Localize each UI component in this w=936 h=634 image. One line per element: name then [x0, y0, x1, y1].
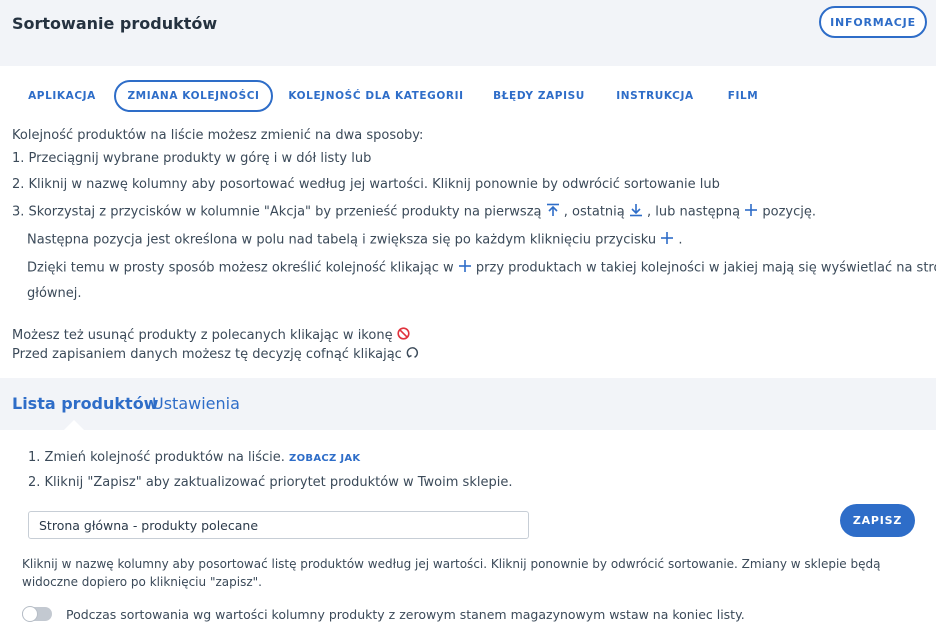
step3-text-b: , ostatnią — [563, 204, 625, 220]
move-bottom-icon — [629, 203, 643, 221]
next-text-a: Następna pozycja jest określona w polu n… — [27, 232, 657, 248]
tab-bledy-zapisu[interactable]: BŁĘDY ZAPISU — [486, 80, 592, 112]
step3-text-a: 3. Skorzystaj z przycisków w kolumnie "A… — [12, 204, 542, 220]
subtabs-panel: Lista produktów Ustawienia — [0, 378, 936, 430]
step3-text-c: , lub następną — [647, 204, 741, 220]
ban-icon — [397, 327, 410, 344]
instructions-step3: 3. Skorzystaj z przycisków w kolumnie "A… — [12, 203, 816, 221]
undo-text: Przed zapisaniem danych możesz tę decyzj… — [12, 347, 402, 362]
subtab-lista-produktow[interactable]: Lista produktów — [12, 394, 158, 413]
thanks-text-a: Dzięki temu w prosty sposób możesz okreś… — [27, 260, 454, 276]
toggle-knob — [22, 606, 38, 622]
tab-zmiana-kolejnosci[interactable]: ZMIANA KOLEJNOŚCI — [114, 80, 273, 112]
save-button[interactable]: ZAPISZ — [840, 504, 915, 537]
undo-icon — [406, 346, 419, 363]
steps-step1: 1. Zmień kolejność produktów na liście. … — [28, 450, 360, 465]
tab-instrukcja[interactable]: INSTRUKCJA — [609, 80, 701, 112]
list-select-value: Strona główna - produkty polecane — [39, 517, 259, 533]
instructions-step2: 2. Kliknij w nazwę kolumny aby posortowa… — [12, 177, 720, 192]
plus-icon — [660, 231, 674, 249]
zero-stock-toggle[interactable] — [22, 606, 52, 622]
active-subtab-caret — [64, 420, 84, 430]
tab-aplikacja[interactable]: APLIKACJA — [14, 80, 110, 112]
tab-film[interactable]: FILM — [718, 80, 768, 112]
step1-text: 1. Zmień kolejność produktów na liście. — [28, 450, 285, 465]
remove-text: Możesz też usunąć produkty z polecanych … — [12, 328, 393, 343]
plus-icon — [458, 259, 472, 277]
instructions-intro: Kolejność produktów na liście możesz zmi… — [12, 128, 424, 143]
plus-icon — [744, 203, 758, 221]
list-select[interactable]: Strona główna - produkty polecane — [28, 511, 529, 539]
move-top-icon — [546, 203, 560, 221]
instructions-next: Następna pozycja jest określona w polu n… — [27, 231, 683, 249]
page-title: Sortowanie produktów — [12, 14, 218, 33]
zobacz-jak-link[interactable]: ZOBACZ JAK — [289, 453, 360, 464]
sort-note: Kliknij w nazwę kolumny aby posortować l… — [22, 557, 881, 589]
subtab-ustawienia[interactable]: Ustawienia — [152, 394, 240, 413]
main-tabs: APLIKACJA ZMIANA KOLEJNOŚCI KOLEJNOŚĆ DL… — [0, 80, 936, 116]
next-text-b: . — [678, 232, 683, 248]
instructions-step1: 1. Przeciągnij wybrane produkty w górę i… — [12, 151, 372, 166]
instructions-remove: Możesz też usunąć produkty z polecanych … — [12, 327, 410, 344]
instructions-thanks: Dzięki temu w prosty sposób możesz okreś… — [27, 259, 936, 277]
step3-text-d: pozycję. — [762, 204, 816, 220]
app-header: Sortowanie produktów INFORMACJE — [0, 0, 936, 66]
instructions-thanks-end: głównej. — [27, 286, 82, 301]
zero-stock-toggle-label: Podczas sortowania wg wartości kolumny p… — [66, 607, 745, 622]
instructions-undo: Przed zapisaniem danych możesz tę decyzj… — [12, 346, 419, 363]
thanks-text-b: przy produktach w takiej kolejności w ja… — [475, 260, 936, 276]
steps-step2: 2. Kliknij "Zapisz" aby zaktualizować pr… — [28, 475, 513, 490]
tab-kolejnosc-dla-kategorii[interactable]: KOLEJNOŚĆ DLA KATEGORII — [284, 80, 468, 112]
info-button[interactable]: INFORMACJE — [819, 6, 927, 38]
